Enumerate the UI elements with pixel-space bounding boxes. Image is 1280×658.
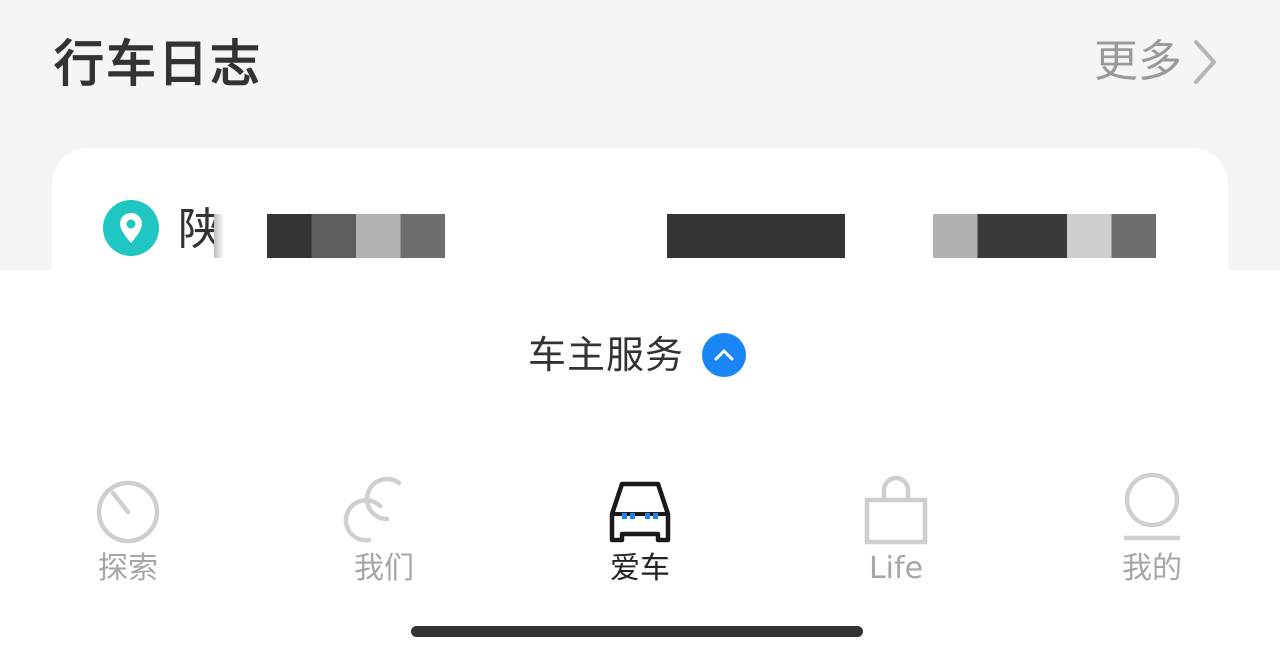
top-area: 行车日志 更多 陕 bbox=[0, 0, 1280, 270]
more-label: 更多 bbox=[1094, 36, 1182, 87]
link-icon bbox=[343, 476, 402, 543]
redacted-block bbox=[933, 214, 1156, 258]
owner-service-label: 车主服务 bbox=[528, 333, 685, 377]
chevron-right-icon bbox=[1194, 40, 1216, 84]
tab-us[interactable]: 我们 bbox=[304, 458, 464, 598]
tab-my-car[interactable]: 爱车 bbox=[560, 458, 720, 598]
redacted-block bbox=[214, 214, 224, 258]
tab-label: Life bbox=[868, 551, 924, 586]
tab-profile[interactable]: 我的 bbox=[1072, 458, 1232, 598]
tab-life[interactable]: Life bbox=[816, 458, 976, 598]
location-pin-icon bbox=[103, 200, 159, 256]
more-link[interactable]: 更多 bbox=[1094, 30, 1220, 94]
profile-icon bbox=[1124, 472, 1180, 541]
car-icon bbox=[609, 481, 671, 543]
tab-label: 探索 bbox=[98, 551, 158, 586]
tab-label: 爱车 bbox=[610, 551, 670, 586]
owner-service-toggle[interactable]: 车主服务 bbox=[528, 330, 747, 380]
redacted-block bbox=[267, 214, 445, 258]
section-title: 行车日志 bbox=[54, 35, 262, 93]
home-indicator bbox=[411, 626, 863, 637]
redacted-block bbox=[667, 214, 845, 258]
compass-icon bbox=[96, 480, 160, 544]
tab-label: 我们 bbox=[354, 551, 414, 586]
tab-label: 我的 bbox=[1122, 551, 1182, 586]
driving-log-card[interactable]: 陕 bbox=[52, 148, 1228, 270]
bag-icon bbox=[864, 475, 928, 545]
bottom-tab-bar: 探索 我们 爱车 Life 我的 bbox=[0, 458, 1280, 598]
tab-explore[interactable]: 探索 bbox=[48, 458, 208, 598]
chevron-up-icon[interactable] bbox=[702, 333, 747, 377]
